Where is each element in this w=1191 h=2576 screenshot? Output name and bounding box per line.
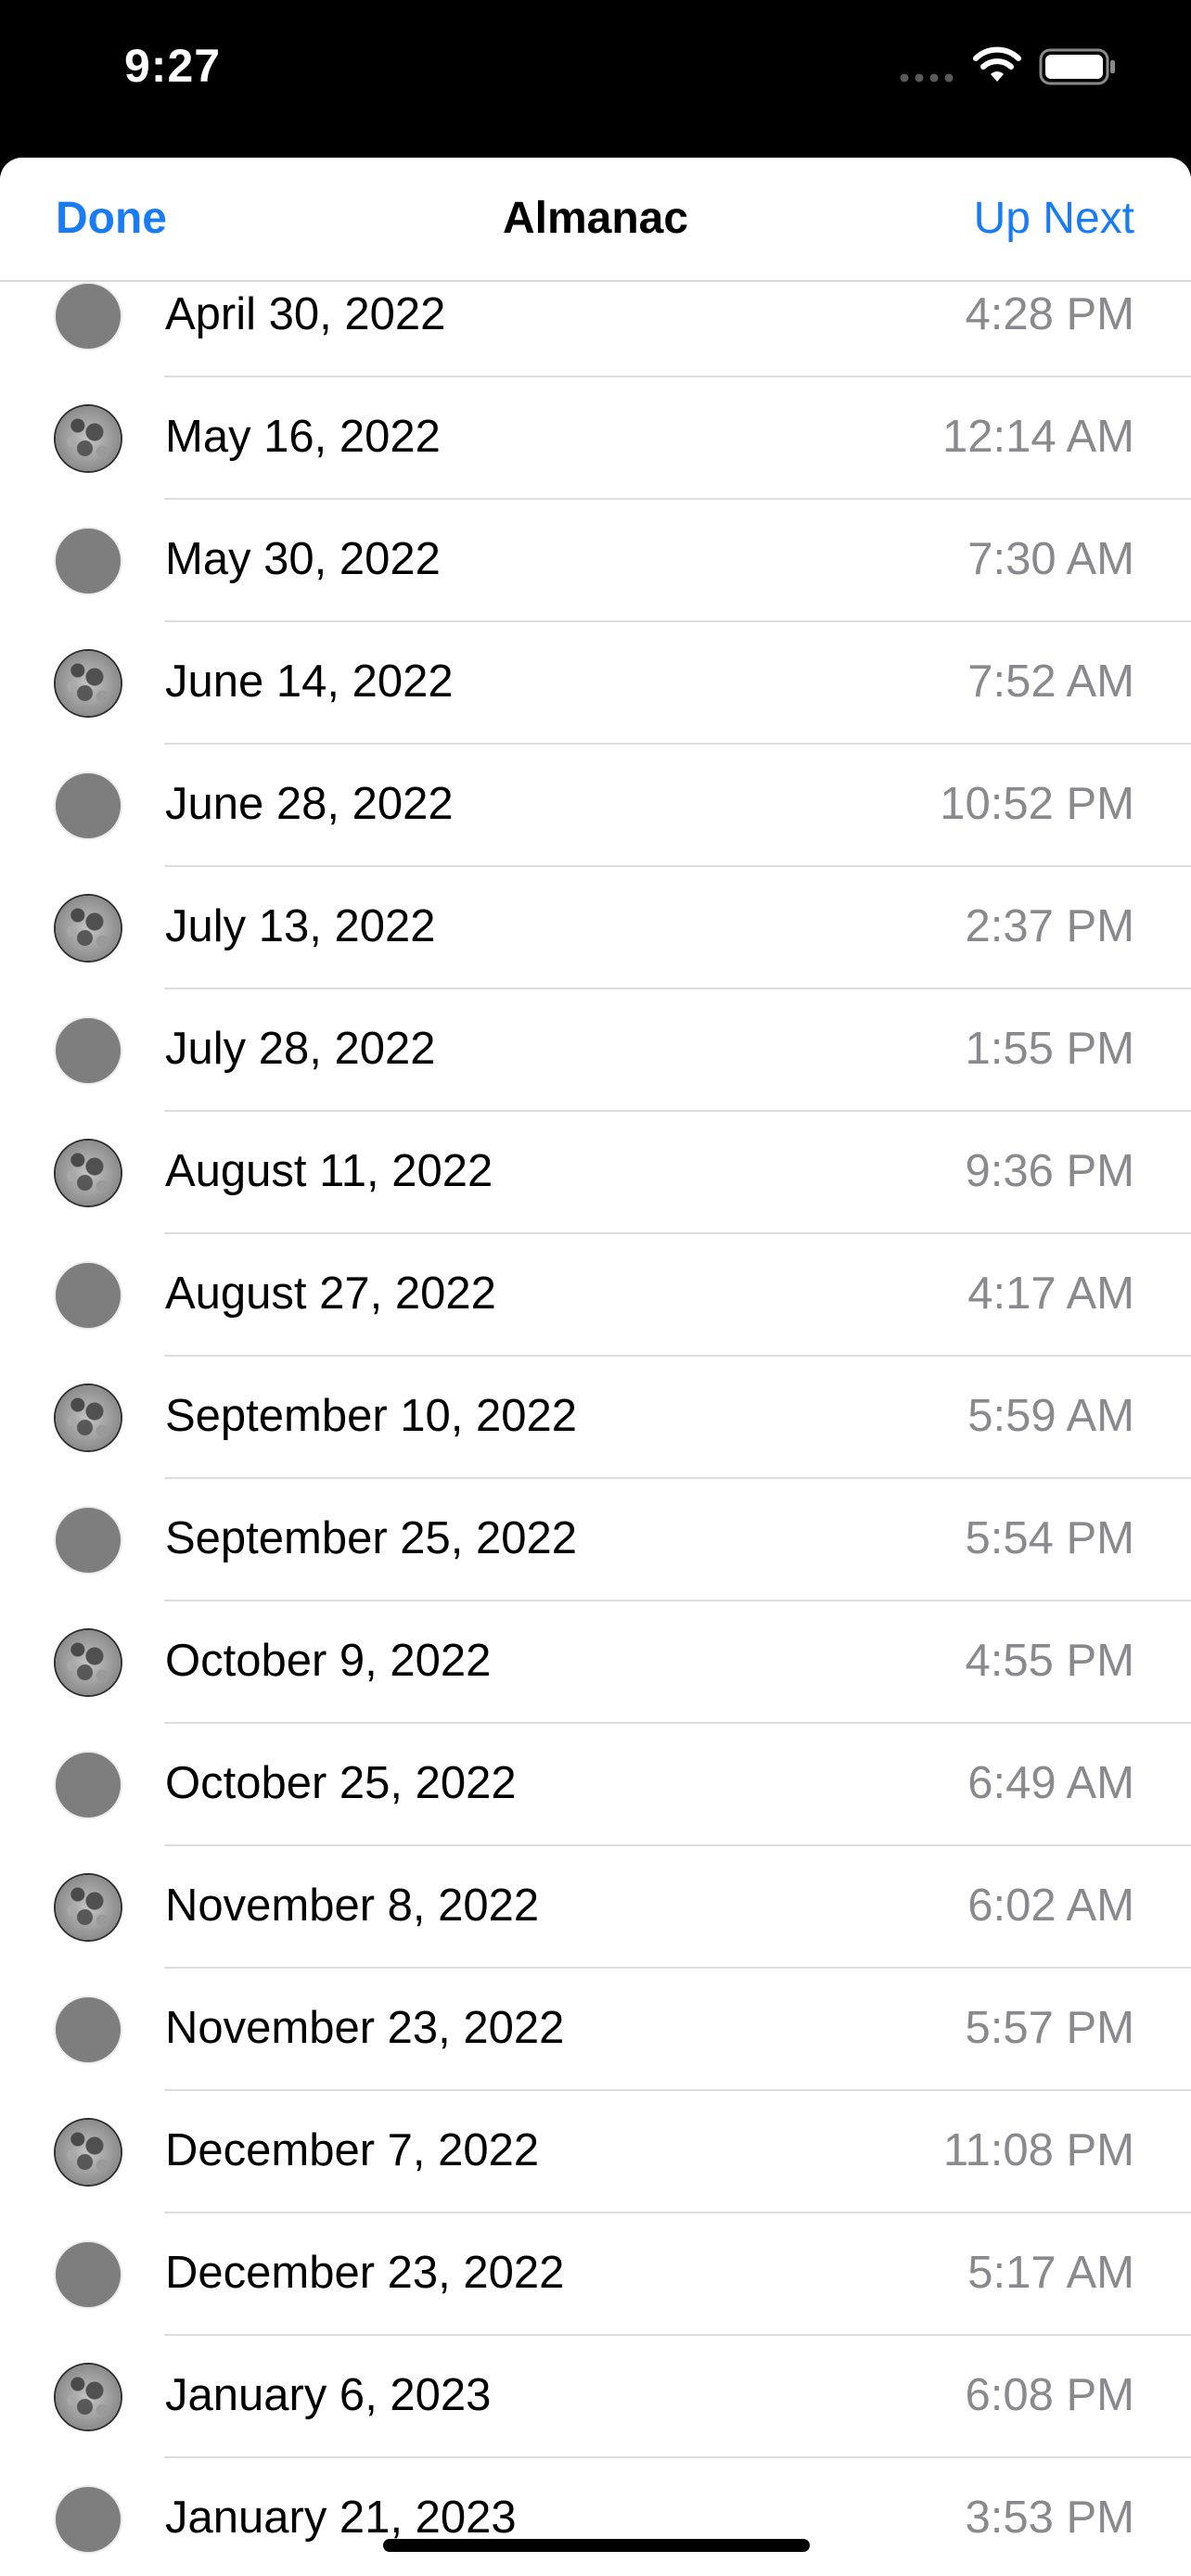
phase-time: 5:54 PM — [965, 1513, 1134, 1563]
full-moon-icon — [56, 896, 121, 961]
phase-date: June 14, 2022 — [165, 657, 454, 707]
phase-time: 6:49 AM — [967, 1758, 1134, 1808]
app-screen: 9:27 Done Almanac Up Next April 30, 2022… — [0, 0, 1191, 2576]
new-moon-icon — [56, 2242, 121, 2307]
new-moon-icon — [56, 1753, 121, 1817]
list-item[interactable]: October 25, 2022 6:49 AM — [0, 1724, 1191, 1846]
new-moon-icon — [56, 2487, 121, 2552]
list-item[interactable]: June 14, 2022 7:52 AM — [0, 622, 1191, 745]
phase-time: 10:52 PM — [940, 779, 1134, 829]
phase-date: April 30, 2022 — [165, 289, 446, 339]
full-moon-icon — [56, 1141, 121, 1205]
phase-date: November 8, 2022 — [165, 1881, 540, 1931]
phase-date: October 9, 2022 — [165, 1636, 492, 1686]
new-moon-icon — [56, 1508, 121, 1573]
phase-time: 12:14 AM — [941, 412, 1134, 462]
full-moon-icon — [56, 2365, 121, 2429]
list-item[interactable]: November 8, 2022 6:02 AM — [0, 1846, 1191, 1969]
list-item[interactable]: May 30, 2022 7:30 AM — [0, 500, 1191, 622]
home-indicator[interactable] — [383, 2539, 810, 2552]
new-moon-icon — [56, 1263, 121, 1328]
full-moon-icon — [56, 1385, 121, 1450]
phase-date: January 6, 2023 — [165, 2370, 492, 2420]
new-moon-icon — [56, 1997, 121, 2062]
status-time: 9:27 — [124, 40, 222, 92]
list-item[interactable]: May 16, 2022 12:14 AM — [0, 377, 1191, 500]
phase-time: 9:36 PM — [965, 1146, 1134, 1196]
phase-date: July 13, 2022 — [165, 901, 436, 951]
list-item[interactable]: August 11, 2022 9:36 PM — [0, 1112, 1191, 1234]
full-moon-icon — [56, 1630, 121, 1695]
phase-date: June 28, 2022 — [165, 779, 454, 829]
phase-date: August 27, 2022 — [165, 1269, 496, 1319]
phase-time: 4:55 PM — [965, 1636, 1134, 1686]
phase-time: 5:17 AM — [967, 2248, 1134, 2298]
phase-date: September 10, 2022 — [165, 1391, 578, 1441]
almanac-sheet: Done Almanac Up Next April 30, 2022 4:28 … — [0, 158, 1191, 2576]
list-item[interactable]: July 28, 2022 1:55 PM — [0, 989, 1191, 1112]
new-moon-icon — [56, 284, 121, 349]
battery-icon — [1039, 48, 1115, 85]
wifi-icon — [973, 46, 1021, 82]
phase-date: November 23, 2022 — [165, 2003, 565, 2053]
moon-phase-list[interactable]: April 30, 2022 4:28 PM May 16, 2022 12:14 A… — [0, 255, 1191, 2576]
new-moon-icon — [56, 1018, 121, 1083]
phase-time: 4:17 AM — [967, 1269, 1134, 1319]
list-item[interactable]: October 9, 2022 4:55 PM — [0, 1601, 1191, 1724]
phase-date: January 21, 2023 — [165, 2493, 517, 2543]
phase-time: 6:08 PM — [965, 2370, 1134, 2420]
phase-time: 6:02 AM — [967, 1881, 1134, 1931]
full-moon-icon — [56, 651, 121, 716]
phase-time: 5:59 AM — [967, 1391, 1134, 1441]
list-item[interactable]: November 23, 2022 5:57 PM — [0, 1969, 1191, 2091]
phase-time: 2:37 PM — [965, 901, 1134, 951]
full-moon-icon — [56, 2120, 121, 2185]
phase-date: December 7, 2022 — [165, 2125, 540, 2175]
signal-icon — [900, 73, 954, 83]
navigation-bar: Done Almanac Up Next — [0, 158, 1191, 282]
phase-date: May 30, 2022 — [165, 534, 441, 584]
phase-date: October 25, 2022 — [165, 1758, 517, 1808]
phase-time: 1:55 PM — [965, 1024, 1134, 1074]
phase-time: 11:08 PM — [942, 2125, 1134, 2175]
new-moon-icon — [56, 529, 121, 593]
up-next-button[interactable]: Up Next — [974, 193, 1134, 244]
list-item[interactable]: July 13, 2022 2:37 PM — [0, 867, 1191, 989]
phase-time: 7:30 AM — [967, 534, 1134, 584]
phase-time: 7:52 AM — [967, 657, 1134, 707]
list-item[interactable]: June 28, 2022 10:52 PM — [0, 745, 1191, 867]
list-item[interactable]: September 25, 2022 5:54 PM — [0, 1479, 1191, 1601]
full-moon-icon — [56, 1875, 121, 1940]
phase-date: December 23, 2022 — [165, 2248, 565, 2298]
list-item[interactable]: December 7, 2022 11:08 PM — [0, 2091, 1191, 2213]
list-item[interactable]: January 6, 2023 6:08 PM — [0, 2336, 1191, 2458]
phase-time: 4:28 PM — [965, 289, 1134, 339]
phase-date: May 16, 2022 — [165, 412, 441, 462]
phase-date: July 28, 2022 — [165, 1024, 436, 1074]
phase-date: August 11, 2022 — [165, 1146, 493, 1196]
new-moon-icon — [56, 773, 121, 838]
list-item[interactable]: August 27, 2022 4:17 AM — [0, 1234, 1191, 1357]
status-bar: 9:27 — [0, 0, 1191, 158]
list-item[interactable]: January 21, 2023 3:53 PM — [0, 2458, 1191, 2576]
list-item[interactable]: December 23, 2022 5:17 AM — [0, 2213, 1191, 2336]
phase-date: September 25, 2022 — [165, 1513, 578, 1563]
phase-time: 5:57 PM — [965, 2003, 1134, 2053]
phase-time: 3:53 PM — [965, 2493, 1134, 2543]
list-item[interactable]: September 10, 2022 5:59 AM — [0, 1357, 1191, 1479]
full-moon-icon — [56, 406, 121, 471]
